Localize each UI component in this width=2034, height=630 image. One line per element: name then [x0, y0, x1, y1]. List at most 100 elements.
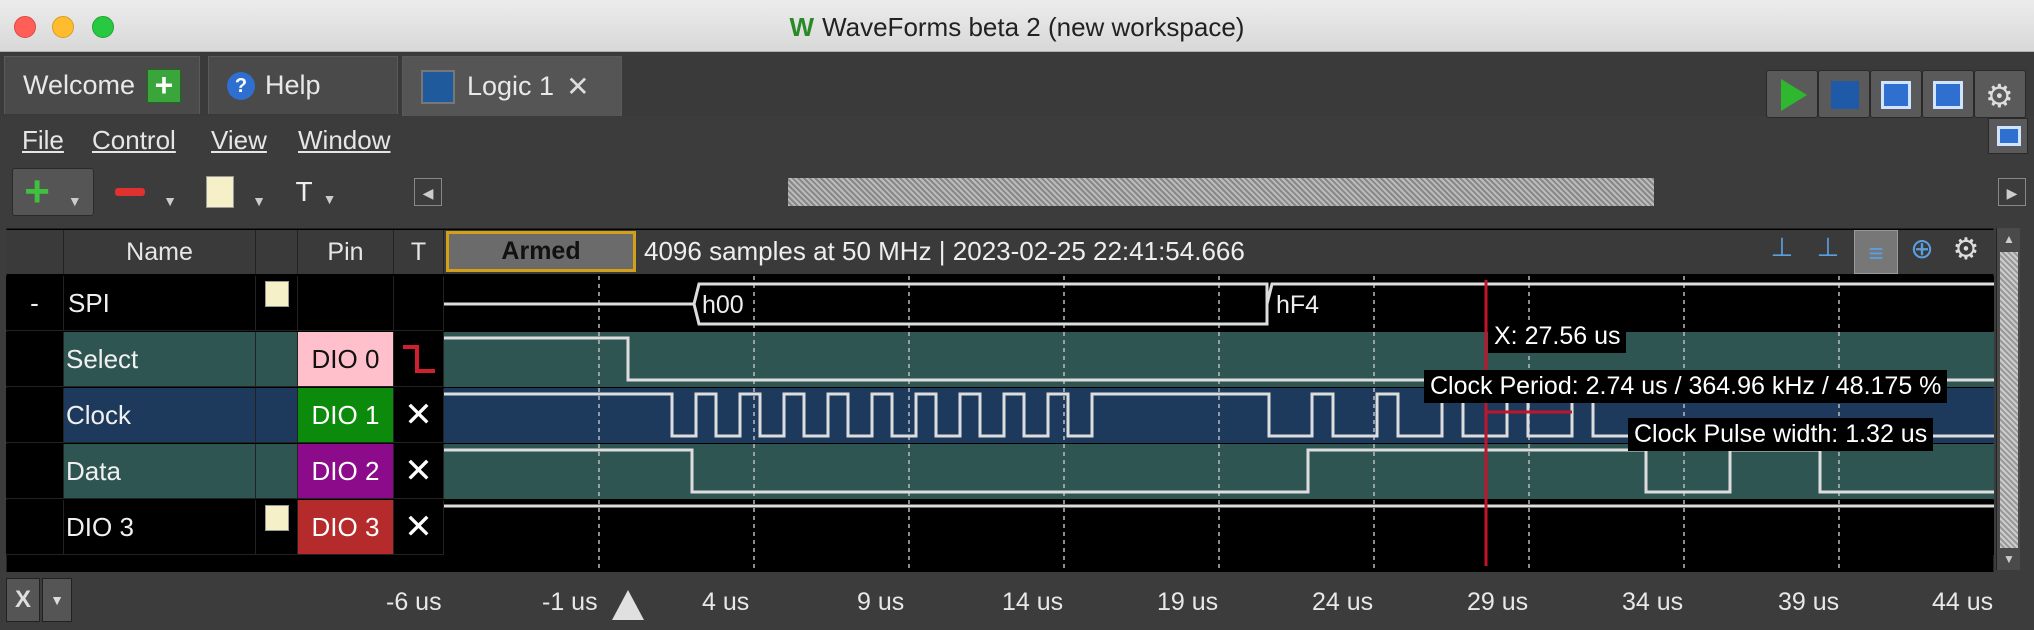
- trigger-cell-dio3[interactable]: ✕: [394, 500, 444, 555]
- edit-icon: [264, 281, 289, 307]
- run-button[interactable]: [1766, 70, 1818, 118]
- scroll-left-button[interactable]: ◀: [414, 178, 442, 206]
- add-icon[interactable]: +: [147, 69, 181, 103]
- dont-care-trigger-icon: ✕: [404, 508, 433, 546]
- header-spacer-2: [256, 230, 298, 274]
- header-name: Name: [64, 230, 256, 274]
- status-badge: Armed: [446, 231, 636, 272]
- time-tick: 14 us: [1002, 588, 1064, 616]
- minus-icon: [115, 188, 146, 196]
- row-gutter: [6, 388, 64, 443]
- channel-name-spi[interactable]: SPI: [64, 276, 256, 331]
- channel-name-dio3[interactable]: DIO 3: [64, 500, 256, 555]
- trigger-cell-clock[interactable]: ✕: [394, 388, 444, 443]
- trigger-cell-select[interactable]: [394, 332, 444, 387]
- channel-name-data[interactable]: Data: [64, 444, 256, 499]
- clock-period-measurement: Clock Period: 2.74 us / 364.96 kHz / 48.…: [1424, 370, 1948, 403]
- window-titlebar: W WaveForms beta 2 (new workspace): [0, 0, 2034, 52]
- cursor-tool-3-icon[interactable]: ≡: [1854, 230, 1898, 274]
- chevron-left-icon: ◀: [422, 185, 434, 201]
- time-tick: 24 us: [1312, 588, 1374, 616]
- overview-scrollbar[interactable]: [788, 178, 1654, 206]
- gear-icon: ⚙: [1985, 78, 2014, 114]
- plot-settings-gear-icon[interactable]: ⚙: [1946, 232, 1986, 272]
- trigger-position-marker[interactable]: [612, 590, 644, 620]
- falling-edge-trigger-icon: [402, 345, 435, 373]
- chevron-up-icon[interactable]: ▲: [1997, 228, 2021, 250]
- dropdown-arrow-icon: ▼: [50, 592, 64, 608]
- cascade-windows-button[interactable]: [1870, 70, 1922, 118]
- tab-logic-1[interactable]: Logic 1 ✕: [402, 56, 622, 116]
- dont-care-trigger-icon: ✕: [404, 452, 433, 490]
- clear-dropdown-button[interactable]: ▼: [42, 578, 72, 622]
- trigger-cell-data[interactable]: ✕: [394, 444, 444, 499]
- scroll-right-button[interactable]: ▶: [1998, 178, 2026, 206]
- pin-cell-dio2[interactable]: DIO 2: [298, 444, 394, 499]
- header-spacer: [6, 230, 64, 274]
- menu-file[interactable]: File: [22, 120, 64, 160]
- stop-button[interactable]: [1818, 70, 1870, 118]
- help-icon: ?: [227, 71, 255, 100]
- plus-icon: +: [24, 167, 50, 216]
- detach-icon: [1997, 126, 2021, 146]
- row-edit-cell: [256, 444, 298, 499]
- dont-care-trigger-icon: ✕: [404, 396, 433, 434]
- row-gutter: [6, 332, 64, 387]
- edit-channel-button[interactable]: ▼: [198, 168, 274, 216]
- dropdown-arrow-icon: ▼: [163, 193, 177, 209]
- time-tick: 19 us: [1157, 588, 1219, 616]
- play-icon: [1781, 79, 1807, 111]
- row-edit-cell[interactable]: [256, 500, 298, 555]
- settings-button[interactable]: ⚙: [1974, 70, 2026, 118]
- time-tick: 39 us: [1778, 588, 1840, 616]
- pin-cell-dio1[interactable]: DIO 1: [298, 388, 394, 443]
- chevron-down-icon[interactable]: ▼: [1997, 548, 2021, 570]
- stop-icon: [1831, 81, 1859, 109]
- menu-window[interactable]: Window: [298, 120, 390, 160]
- acquisition-info: 4096 samples at 50 MHz | 2023-02-25 22:4…: [644, 236, 1245, 266]
- tile-windows-button[interactable]: [1922, 70, 1974, 118]
- pin-cell-spi: [298, 276, 394, 331]
- add-channel-button[interactable]: + ▼: [12, 167, 94, 216]
- row-edit-cell[interactable]: [256, 276, 298, 331]
- tile-icon: [1933, 81, 1963, 109]
- pin-cell-dio0[interactable]: DIO 0: [298, 332, 394, 387]
- dropdown-arrow-icon: ▼: [67, 193, 82, 209]
- cursor-x-readout: X: 27.56 us: [1488, 320, 1627, 353]
- detach-window-button[interactable]: [1988, 118, 2028, 154]
- remove-channel-button[interactable]: ▼: [108, 168, 184, 216]
- close-tab-icon[interactable]: ✕: [566, 70, 589, 103]
- time-tick: -6 us: [386, 588, 442, 616]
- row-edit-cell: [256, 388, 298, 443]
- tab-help[interactable]: ? Help: [208, 56, 398, 114]
- menu-view[interactable]: View: [211, 120, 267, 160]
- edit-icon: [264, 505, 289, 531]
- cursor-tool-2-icon[interactable]: ⊥: [1808, 232, 1848, 272]
- window-title: W WaveForms beta 2 (new workspace): [789, 12, 1245, 42]
- vertical-scroll-thumb[interactable]: [2000, 252, 2018, 548]
- text-tool-label: T: [295, 176, 313, 207]
- time-tick: 29 us: [1467, 588, 1529, 616]
- channel-name-select[interactable]: Select: [64, 332, 256, 387]
- time-tick: 4 us: [702, 588, 750, 616]
- expander-toggle[interactable]: -: [6, 276, 64, 331]
- dropdown-arrow-icon: ▼: [252, 193, 266, 209]
- pin-cell-dio3[interactable]: DIO 3: [298, 500, 394, 555]
- clear-button[interactable]: X: [6, 578, 40, 622]
- time-tick: -1 us: [542, 588, 598, 616]
- header-pin: Pin: [298, 230, 394, 274]
- cursor-tool-1-icon[interactable]: ⊥: [1762, 232, 1802, 272]
- vertical-scrollbar[interactable]: ▲ ▼: [1996, 228, 2020, 570]
- edit-icon: [206, 176, 235, 208]
- channel-name-clock[interactable]: Clock: [64, 388, 256, 443]
- text-tool-button[interactable]: T ▼: [288, 168, 344, 216]
- zoom-icon[interactable]: ⊕: [1902, 232, 1942, 272]
- time-tick: 9 us: [857, 588, 905, 616]
- tab-welcome-label: Welcome: [23, 70, 136, 100]
- tab-welcome[interactable]: Welcome +: [4, 56, 200, 114]
- logic-instrument-icon: [421, 69, 455, 104]
- chevron-right-icon: ▶: [2006, 185, 2018, 201]
- menu-control[interactable]: Control: [92, 120, 176, 160]
- trigger-cell-spi[interactable]: [394, 276, 444, 331]
- waveforms-logo-icon: W: [789, 12, 815, 42]
